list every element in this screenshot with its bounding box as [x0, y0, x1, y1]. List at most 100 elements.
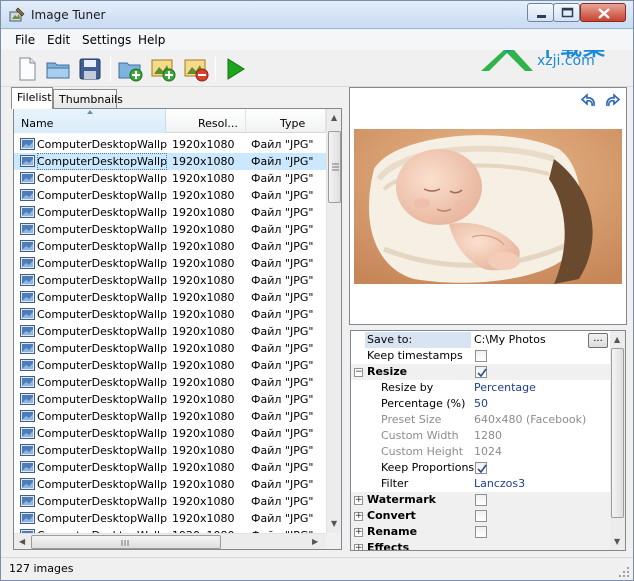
resize-grip-icon[interactable] [618, 566, 630, 578]
minimize-button[interactable] [527, 3, 554, 22]
menu-settings[interactable]: Settings [82, 33, 131, 47]
browse-label: ... [593, 333, 603, 344]
file-name: ComputerDesktopWallp... [37, 495, 167, 508]
column-header-resolution[interactable]: Resol... [166, 109, 246, 133]
menu-edit[interactable]: Edit [47, 33, 70, 47]
filelist-horizontal-scroll-thumb[interactable] [31, 535, 221, 549]
maximize-button[interactable] [553, 3, 580, 22]
scroll-right-icon[interactable]: ▶ [312, 537, 318, 546]
table-row[interactable]: ComputerDesktopWallp... 1920x1080 Файл "JP… [14, 493, 326, 510]
scroll-left-icon[interactable]: ◀ [19, 537, 25, 546]
add-folder-button[interactable] [116, 55, 144, 83]
keep-proportions-checkbox[interactable] [475, 462, 487, 474]
file-resolution: 1920x1080 [172, 512, 235, 525]
remove-images-button[interactable] [182, 55, 210, 83]
save-to-value[interactable]: C:\My Photos [474, 332, 546, 348]
table-row[interactable]: ComputerDesktopWallp... 1920x1080 Файл "JP… [14, 255, 326, 272]
image-file-icon [20, 461, 35, 473]
file-name: ComputerDesktopWallp... [37, 153, 167, 170]
custom-width-label: Custom Width [381, 429, 459, 442]
table-row[interactable]: ComputerDesktopWallp... 1920x1080 Файл "JP… [14, 221, 326, 238]
table-row[interactable]: ComputerDesktopWallp... 1920x1080 Файл "JP… [14, 459, 326, 476]
table-row[interactable]: ComputerDesktopWallp... 1920x1080 Файл "JP… [14, 391, 326, 408]
expand-convert-icon[interactable]: + [354, 512, 363, 521]
keep-timestamps-checkbox[interactable] [475, 350, 487, 362]
preset-size-value: 640x480 (Facebook) [474, 413, 587, 426]
watermark-checkbox[interactable] [475, 494, 487, 506]
checkmark-icon [477, 368, 487, 378]
percentage-value[interactable]: 50 [474, 396, 488, 412]
column-header-name[interactable]: Name [14, 109, 166, 133]
scroll-down-icon[interactable]: ▼ [614, 537, 620, 546]
table-row[interactable]: ComputerDesktopWallp... 1920x1080 Файл "JP… [14, 374, 326, 391]
table-row[interactable]: ComputerDesktopWallp... 1920x1080 Файл "JP… [14, 272, 326, 289]
collapse-resize-icon[interactable]: − [354, 368, 363, 377]
filelist-vertical-scrollbar[interactable]: ▲ ▼ [326, 109, 341, 533]
expand-rename-icon[interactable]: + [354, 528, 363, 537]
table-row[interactable]: ComputerDesktopWallp... 1920x1080 Файл "JP… [14, 476, 326, 493]
file-resolution: 1920x1080 [172, 410, 235, 423]
table-row[interactable]: ComputerDesktopWallp... 1920x1080 Файл "JP… [14, 289, 326, 306]
run-button[interactable] [221, 55, 249, 83]
property-grid: Save to: C:\My Photos ... Keep timestamp… [350, 330, 626, 551]
file-resolution: 1920x1080 [172, 359, 235, 372]
percentage-label: Percentage (%) [381, 397, 466, 410]
rename-checkbox[interactable] [475, 526, 487, 538]
column-header-type[interactable]: Type [246, 109, 326, 133]
add-images-button[interactable] [149, 55, 177, 83]
table-row[interactable]: ComputerDesktopWallp... 1920x1080 Файл "JP… [14, 408, 326, 425]
title-bar[interactable]: Image Tuner [1, 1, 633, 29]
toolbar-separator [215, 57, 216, 81]
rotate-right-icon[interactable] [603, 93, 621, 109]
properties-scroll-thumb[interactable] [611, 348, 624, 518]
scroll-up-icon[interactable]: ▲ [614, 335, 620, 344]
convert-checkbox[interactable] [475, 510, 487, 522]
scroll-down-icon[interactable]: ▼ [331, 519, 337, 528]
resize-by-value[interactable]: Percentage [474, 380, 536, 396]
open-button[interactable] [44, 55, 72, 83]
file-name: ComputerDesktopWallp... [37, 461, 167, 474]
table-row[interactable]: ComputerDesktopWallp... 1920x1080 Файл "JP… [14, 323, 326, 340]
file-list[interactable]: Name Resol... Type ComputerDesktopWallp.… [13, 108, 342, 550]
menu-help[interactable]: Help [138, 33, 165, 47]
prop-row-keep-proportions: Keep Proportions [351, 460, 610, 476]
expand-effects-icon[interactable]: + [354, 543, 363, 551]
file-name: ComputerDesktopWallp... [37, 189, 167, 202]
browse-folder-button[interactable]: ... [588, 333, 608, 348]
table-row[interactable]: ComputerDesktopWallp... 1920x1080 Файл "JP… [14, 238, 326, 255]
toolbar-separator [110, 57, 111, 81]
tab-filelist[interactable]: Filelist [11, 87, 53, 109]
table-row[interactable]: ComputerDesktopWallp... 1920x1080 Файл "JP… [14, 170, 326, 187]
scroll-up-icon[interactable]: ▲ [331, 113, 337, 122]
table-row[interactable]: ComputerDesktopWallp... 1920x1080 Файл "JP… [14, 306, 326, 323]
file-resolution: 1920x1080 [172, 189, 235, 202]
column-header-label: Resol... [198, 117, 238, 130]
file-resolution: 1920x1080 [172, 206, 235, 219]
resize-checkbox[interactable] [475, 366, 487, 378]
table-row[interactable]: ComputerDesktopWallp... 1920x1080 Файл "JP… [14, 340, 326, 357]
new-list-button[interactable] [13, 55, 41, 83]
save-button[interactable] [76, 55, 104, 83]
table-row[interactable]: ComputerDesktopWallp... 1920x1080 Файл "JP… [14, 204, 326, 221]
image-file-icon [20, 223, 35, 235]
expander-glyph: + [355, 543, 363, 551]
table-row[interactable]: ComputerDesktopWallp... 1920x1080 Файл "JP… [14, 153, 326, 170]
table-row[interactable]: ComputerDesktopWallp... 1920x1080 Файл "JP… [14, 510, 326, 527]
table-row[interactable]: ComputerDesktopWallp... 1920x1080 Файл "JP… [14, 442, 326, 459]
menu-file[interactable]: File [15, 33, 35, 47]
file-name: ComputerDesktopWallp... [37, 240, 167, 253]
add-folder-icon [118, 62, 143, 82]
rotate-left-icon[interactable] [580, 93, 598, 109]
properties-vertical-scrollbar[interactable]: ▲ ▼ [610, 331, 625, 550]
table-row[interactable]: ComputerDesktopWallp... 1920x1080 Файл "JP… [14, 357, 326, 374]
file-name: ComputerDesktopWallp... [37, 206, 167, 219]
filter-value[interactable]: Lanczos3 [474, 476, 525, 492]
expand-watermark-icon[interactable]: + [354, 496, 363, 505]
table-row[interactable]: ComputerDesktopWallp... 1920x1080 Файл "JP… [14, 136, 326, 153]
filelist-horizontal-scrollbar[interactable]: ◀ ▶ [14, 533, 326, 549]
tab-thumbnails[interactable]: Thumbnails [53, 89, 123, 109]
filelist-vertical-scroll-thumb[interactable] [328, 131, 341, 203]
close-button[interactable] [580, 3, 626, 22]
table-row[interactable]: ComputerDesktopWallp... 1920x1080 Файл "JP… [14, 187, 326, 204]
table-row[interactable]: ComputerDesktopWallp... 1920x1080 Файл "JP… [14, 425, 326, 442]
